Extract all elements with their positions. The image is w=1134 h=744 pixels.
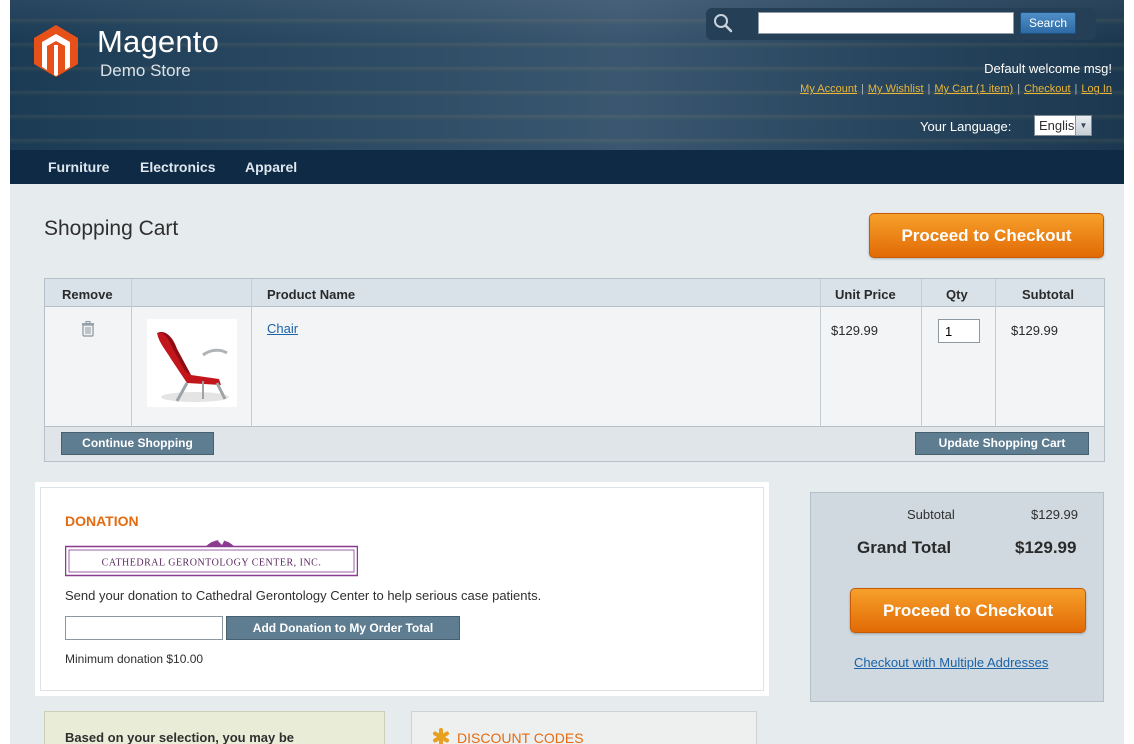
checkout-multiple-addresses-link[interactable]: Checkout with Multiple Addresses [854,655,1048,670]
checkout-link[interactable]: Checkout [1024,83,1070,95]
proceed-to-checkout-top-button[interactable]: Proceed to Checkout [869,213,1104,258]
discount-codes-title: DISCOUNT CODES [457,730,584,744]
qty-input[interactable] [938,319,980,343]
magento-logo-icon[interactable] [34,25,78,77]
logo-text: CATHEDRAL GERONTOLOGY CENTER, INC. [102,558,322,569]
discount-codes-box: DISCOUNT CODES [411,711,757,744]
language-select[interactable]: English ▼ [1034,115,1092,136]
my-cart-link[interactable]: My Cart (1 item) [934,83,1013,95]
header-links: My Account | My Wishlist | My Cart (1 item) |… [800,83,1112,95]
proceed-to-checkout-button[interactable]: Proceed to Checkout [850,588,1086,633]
cart-actions: Continue Shopping Update Shopping Cart [45,426,1104,461]
main-nav: Furniture Electronics Apparel [10,150,1124,184]
row-subtotal: $129.99 [1011,323,1058,338]
donation-amount-input[interactable] [65,616,223,640]
nav-item-apparel[interactable]: Apparel [245,159,297,175]
language-label: Your Language: [920,119,1012,134]
brand-name[interactable]: Magento [97,24,219,60]
grand-total-value: $129.99 [1015,538,1077,557]
my-wishlist-link[interactable]: My Wishlist [868,83,924,95]
search-input[interactable] [758,12,1014,34]
product-link-chair[interactable]: Chair [267,321,298,336]
subtotal-value: $129.99 [1031,507,1078,522]
chair-product-image[interactable] [147,319,237,407]
column-divider [131,279,132,426]
trash-icon[interactable] [81,321,95,337]
welcome-message: Default welcome msg! [984,61,1112,76]
column-header-product-name: Product Name [267,287,356,302]
crosssell-box: Based on your selection, you may be [44,711,385,744]
my-account-link[interactable]: My Account [800,83,857,95]
nav-item-electronics[interactable]: Electronics [140,159,215,175]
link-separator: | [1017,83,1021,95]
donation-box: DONATION CATHEDRAL GERONTOLOGY CENTER, I… [40,487,764,691]
minimum-donation-note: Minimum donation $10.00 [65,652,204,666]
donation-title: DONATION [65,513,139,529]
cart-table: Remove Product Name Unit Price Qty Subto… [44,278,1105,462]
search-button[interactable]: Search [1020,12,1076,34]
search-icon [714,14,733,33]
cart-totals: Subtotal $129.99 Grand Total $129.99 Pro… [810,492,1104,702]
column-header-qty: Qty [946,287,968,302]
asterisk-icon [433,728,449,744]
column-divider [995,279,996,426]
subtotal-label: Subtotal [907,507,955,522]
unit-price: $129.99 [831,323,878,338]
column-header-remove: Remove [62,287,113,302]
brand-subtitle: Demo Store [100,61,191,80]
link-separator: | [927,83,931,95]
link-separator: | [861,83,864,95]
add-donation-button[interactable]: Add Donation to My Order Total [226,616,460,640]
page-title: Shopping Cart [44,217,179,240]
update-cart-button[interactable]: Update Shopping Cart [915,432,1089,455]
nav-item-furniture[interactable]: Furniture [48,159,109,175]
column-divider [251,279,252,426]
donation-description: Send your donation to Cathedral Gerontol… [65,588,542,603]
column-divider [921,279,922,426]
continue-shopping-button[interactable]: Continue Shopping [61,432,214,455]
column-header-unit-price: Unit Price [835,287,896,302]
link-separator: | [1074,83,1078,95]
chevron-down-icon[interactable]: ▼ [1075,116,1091,135]
column-header-subtotal: Subtotal [1022,287,1074,302]
table-header: Remove Product Name Unit Price Qty Subto… [45,279,1104,307]
log-in-link[interactable]: Log In [1081,83,1112,95]
cathedral-gerontology-logo: CATHEDRAL GERONTOLOGY CENTER, INC. [65,537,358,577]
column-divider [820,279,821,426]
crosssell-title: Based on your selection, you may be [65,730,295,744]
grand-total-label: Grand Total [857,538,952,557]
